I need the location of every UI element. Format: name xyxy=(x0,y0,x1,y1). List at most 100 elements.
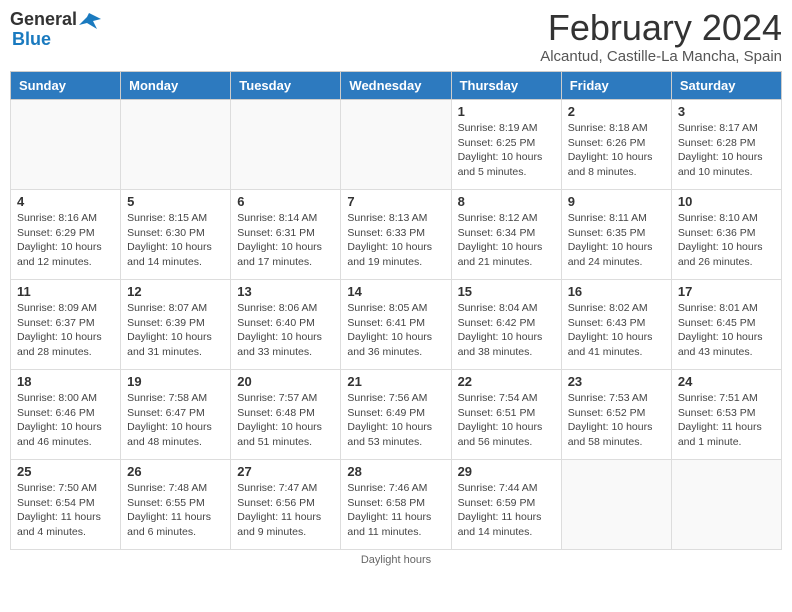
logo-general-text: General xyxy=(10,10,77,30)
day-header-wednesday: Wednesday xyxy=(341,72,451,100)
day-info: Sunrise: 8:04 AM Sunset: 6:42 PM Dayligh… xyxy=(458,301,555,360)
calendar-cell: 15 Sunrise: 8:04 AM Sunset: 6:42 PM Dayli… xyxy=(451,280,561,370)
logo-blue-text: Blue xyxy=(12,30,101,50)
day-info: Sunrise: 8:09 AM Sunset: 6:37 PM Dayligh… xyxy=(17,301,114,360)
calendar-cell: 4 Sunrise: 8:16 AM Sunset: 6:29 PM Daylig… xyxy=(11,190,121,280)
day-number: 21 xyxy=(347,374,444,389)
month-title: February 2024 xyxy=(540,10,782,46)
day-number: 15 xyxy=(458,284,555,299)
day-info: Sunrise: 7:44 AM Sunset: 6:59 PM Dayligh… xyxy=(458,481,555,540)
day-number: 7 xyxy=(347,194,444,209)
calendar-cell: 9Sunrise: 8:11 AM Sunset: 6:35 PM Daylig… xyxy=(561,190,671,280)
day-info: Sunrise: 7:50 AM Sunset: 6:54 PM Dayligh… xyxy=(17,481,114,540)
calendar-cell: 5 Sunrise: 8:15 AM Sunset: 6:30 PM Daylig… xyxy=(121,190,231,280)
logo-bird-icon xyxy=(79,11,101,29)
day-number: 16 xyxy=(568,284,665,299)
calendar-table: SundayMondayTuesdayWednesdayThursdayFrid… xyxy=(10,71,782,550)
day-info: Sunrise: 8:19 AM Sunset: 6:25 PM Dayligh… xyxy=(458,121,555,180)
calendar-cell: 24 Sunrise: 7:51 AM Sunset: 6:53 PM Dayli… xyxy=(671,370,781,460)
day-info: Sunrise: 7:58 AM Sunset: 6:47 PM Dayligh… xyxy=(127,391,224,450)
calendar-cell: 17Sunrise: 8:01 AM Sunset: 6:45 PM Dayli… xyxy=(671,280,781,370)
day-number: 17 xyxy=(678,284,775,299)
day-header-friday: Friday xyxy=(561,72,671,100)
day-info: Sunrise: 7:56 AM Sunset: 6:49 PM Dayligh… xyxy=(347,391,444,450)
day-number: 23 xyxy=(568,374,665,389)
title-area: February 2024 Alcantud, Castille-La Manc… xyxy=(540,10,782,65)
calendar-cell: 27 Sunrise: 7:47 AM Sunset: 6:56 PM Dayli… xyxy=(231,460,341,550)
day-info: Sunrise: 8:05 AM Sunset: 6:41 PM Dayligh… xyxy=(347,301,444,360)
day-info: Sunrise: 8:13 AM Sunset: 6:33 PM Dayligh… xyxy=(347,211,444,270)
calendar-cell: 18 Sunrise: 8:00 AM Sunset: 6:46 PM Dayli… xyxy=(11,370,121,460)
day-info: Sunrise: 8:16 AM Sunset: 6:29 PM Dayligh… xyxy=(17,211,114,270)
calendar-cell: 22 Sunrise: 7:54 AM Sunset: 6:51 PM Dayli… xyxy=(451,370,561,460)
day-number: 5 xyxy=(127,194,224,209)
day-info: Sunrise: 8:15 AM Sunset: 6:30 PM Dayligh… xyxy=(127,211,224,270)
day-number: 8 xyxy=(458,194,555,209)
day-info: Sunrise: 8:06 AM Sunset: 6:40 PM Dayligh… xyxy=(237,301,334,360)
header: General Blue February 2024 Alcantud, Cas… xyxy=(10,10,782,65)
calendar-cell: 11 Sunrise: 8:09 AM Sunset: 6:37 PM Dayli… xyxy=(11,280,121,370)
day-number: 2 xyxy=(568,104,665,119)
day-info: Sunrise: 8:07 AM Sunset: 6:39 PM Dayligh… xyxy=(127,301,224,360)
day-info: Sunrise: 7:51 AM Sunset: 6:53 PM Dayligh… xyxy=(678,391,775,450)
day-header-thursday: Thursday xyxy=(451,72,561,100)
calendar-cell xyxy=(231,100,341,190)
day-number: 28 xyxy=(347,464,444,479)
day-number: 14 xyxy=(347,284,444,299)
day-info: Sunrise: 7:46 AM Sunset: 6:58 PM Dayligh… xyxy=(347,481,444,540)
location-subtitle: Alcantud, Castille-La Mancha, Spain xyxy=(540,48,782,65)
day-number: 20 xyxy=(237,374,334,389)
day-number: 19 xyxy=(127,374,224,389)
calendar-cell: 26 Sunrise: 7:48 AM Sunset: 6:55 PM Dayli… xyxy=(121,460,231,550)
calendar-cell: 21 Sunrise: 7:56 AM Sunset: 6:49 PM Dayli… xyxy=(341,370,451,460)
day-number: 25 xyxy=(17,464,114,479)
day-number: 6 xyxy=(237,194,334,209)
day-info: Sunrise: 8:10 AM Sunset: 6:36 PM Dayligh… xyxy=(678,211,775,270)
day-header-monday: Monday xyxy=(121,72,231,100)
calendar-cell: 19 Sunrise: 7:58 AM Sunset: 6:47 PM Dayli… xyxy=(121,370,231,460)
calendar-cell: 23 Sunrise: 7:53 AM Sunset: 6:52 PM Dayli… xyxy=(561,370,671,460)
day-number: 1 xyxy=(458,104,555,119)
calendar-cell: 10 Sunrise: 8:10 AM Sunset: 6:36 PM Dayli… xyxy=(671,190,781,280)
footer-note: Daylight hours xyxy=(10,554,782,566)
calendar-cell xyxy=(121,100,231,190)
day-info: Sunrise: 8:18 AM Sunset: 6:26 PM Dayligh… xyxy=(568,121,665,180)
day-number: 26 xyxy=(127,464,224,479)
day-number: 22 xyxy=(458,374,555,389)
calendar-cell xyxy=(341,100,451,190)
day-number: 11 xyxy=(17,284,114,299)
day-number: 12 xyxy=(127,284,224,299)
day-number: 24 xyxy=(678,374,775,389)
day-info: Sunrise: 8:17 AM Sunset: 6:28 PM Dayligh… xyxy=(678,121,775,180)
calendar-cell: 25 Sunrise: 7:50 AM Sunset: 6:54 PM Dayli… xyxy=(11,460,121,550)
calendar-cell: 28 Sunrise: 7:46 AM Sunset: 6:58 PM Dayli… xyxy=(341,460,451,550)
day-info: Sunrise: 8:00 AM Sunset: 6:46 PM Dayligh… xyxy=(17,391,114,450)
day-header-tuesday: Tuesday xyxy=(231,72,341,100)
day-number: 10 xyxy=(678,194,775,209)
calendar-cell: 2 Sunrise: 8:18 AM Sunset: 6:26 PM Daylig… xyxy=(561,100,671,190)
day-header-sunday: Sunday xyxy=(11,72,121,100)
day-info: Sunrise: 7:48 AM Sunset: 6:55 PM Dayligh… xyxy=(127,481,224,540)
calendar-cell: 20 Sunrise: 7:57 AM Sunset: 6:48 PM Dayli… xyxy=(231,370,341,460)
day-info: Sunrise: 7:54 AM Sunset: 6:51 PM Dayligh… xyxy=(458,391,555,450)
day-info: Sunrise: 8:02 AM Sunset: 6:43 PM Dayligh… xyxy=(568,301,665,360)
day-number: 27 xyxy=(237,464,334,479)
day-number: 13 xyxy=(237,284,334,299)
calendar-cell: 6 Sunrise: 8:14 AM Sunset: 6:31 PM Daylig… xyxy=(231,190,341,280)
calendar-cell: 14 Sunrise: 8:05 AM Sunset: 6:41 PM Dayli… xyxy=(341,280,451,370)
day-info: Sunrise: 7:53 AM Sunset: 6:52 PM Dayligh… xyxy=(568,391,665,450)
day-number: 18 xyxy=(17,374,114,389)
day-number: 3 xyxy=(678,104,775,119)
calendar-cell: 8 Sunrise: 8:12 AM Sunset: 6:34 PM Daylig… xyxy=(451,190,561,280)
calendar-cell: 1 Sunrise: 8:19 AM Sunset: 6:25 PM Daylig… xyxy=(451,100,561,190)
day-info: Sunrise: 7:47 AM Sunset: 6:56 PM Dayligh… xyxy=(237,481,334,540)
calendar-cell: 29Sunrise: 7:44 AM Sunset: 6:59 PM Dayli… xyxy=(451,460,561,550)
day-info: Sunrise: 7:57 AM Sunset: 6:48 PM Dayligh… xyxy=(237,391,334,450)
logo: General Blue xyxy=(10,10,101,50)
day-info: Sunrise: 8:14 AM Sunset: 6:31 PM Dayligh… xyxy=(237,211,334,270)
day-info: Sunrise: 8:12 AM Sunset: 6:34 PM Dayligh… xyxy=(458,211,555,270)
calendar-cell xyxy=(671,460,781,550)
calendar-cell: 16 Sunrise: 8:02 AM Sunset: 6:43 PM Dayli… xyxy=(561,280,671,370)
day-number: 4 xyxy=(17,194,114,209)
calendar-cell: 3 Sunrise: 8:17 AM Sunset: 6:28 PM Daylig… xyxy=(671,100,781,190)
